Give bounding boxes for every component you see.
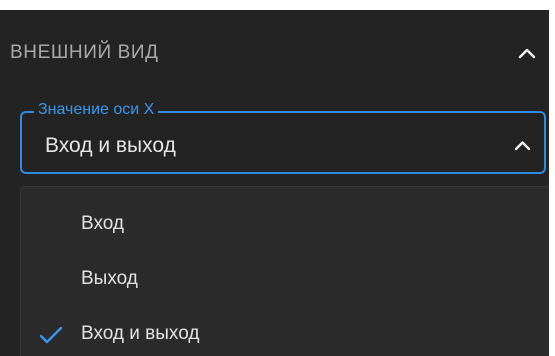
option-label: Вход и выход xyxy=(81,323,200,344)
chevron-up-icon xyxy=(518,48,536,59)
x-axis-value-select[interactable]: Значение оси X Вход и выход xyxy=(20,100,546,174)
collapse-section-button[interactable] xyxy=(510,38,544,68)
option-label: Вход xyxy=(81,213,124,234)
menu-option-input[interactable]: Вход xyxy=(21,199,549,251)
menu-option-input-and-output[interactable]: Вход и выход xyxy=(21,309,549,356)
appearance-section-header[interactable]: ВНЕШНИЙ ВИД xyxy=(0,10,549,90)
chevron-up-icon xyxy=(514,141,531,151)
section-title: ВНЕШНИЙ ВИД xyxy=(10,42,159,63)
option-label: Выход xyxy=(81,268,138,289)
x-axis-field-label: Значение оси X xyxy=(34,100,159,120)
select-toggle-arrow[interactable] xyxy=(508,131,536,159)
screenshot-canvas: ВНЕШНИЙ ВИД Значение оси X Вход и выход … xyxy=(0,0,555,356)
x-axis-selected-value: Вход и выход xyxy=(45,134,176,157)
x-axis-options-menu: Вход Выход Вход и выход xyxy=(20,186,549,356)
settings-panel: ВНЕШНИЙ ВИД Значение оси X Вход и выход … xyxy=(0,10,549,356)
checkmark-icon xyxy=(38,325,64,345)
menu-option-output[interactable]: Выход xyxy=(21,254,549,306)
